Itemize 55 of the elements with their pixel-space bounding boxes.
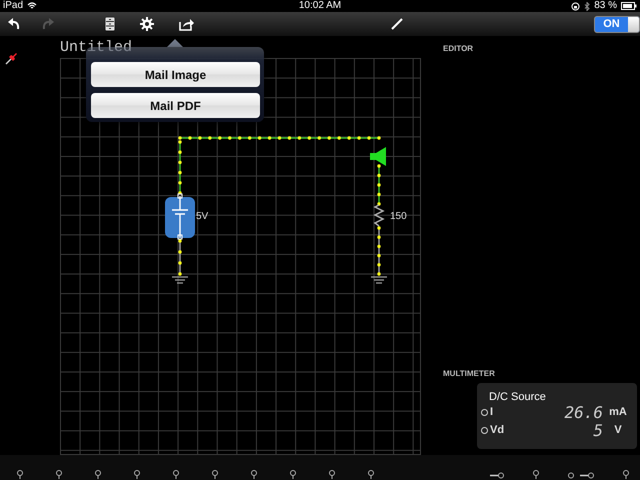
component-value: 5V [196,211,208,223]
reading-name: I [490,406,494,418]
wire[interactable] [377,226,381,276]
ground-icon [370,276,388,284]
probe-icon[interactable] [289,470,297,479]
cabinet-icon[interactable] [105,17,115,31]
wire[interactable] [377,164,381,206]
meter-source-name: D/C Source [489,391,546,403]
battery-percent: 83 % [594,0,617,12]
probe-icon[interactable] [133,470,141,479]
menu-button[interactable]: Mail PDF [91,93,260,118]
document-title: Untitled [60,38,132,58]
reading-value: 26.6 [564,402,603,422]
reading-value: 5 [593,420,603,440]
wifi-icon [27,2,38,10]
on-off-switch[interactable]: ON [594,16,640,32]
rotation-lock-icon [571,2,580,10]
probe-icon[interactable] [622,470,630,479]
wire[interactable] [178,136,381,140]
pushpin-icon[interactable] [5,51,19,65]
resistor-symbol[interactable] [373,204,385,227]
circle-icon [481,426,488,434]
section-heading: EDITOR [443,44,474,54]
battery-symbol[interactable] [165,194,195,240]
probe-icon[interactable] [55,470,63,479]
probe-icon[interactable] [532,470,540,479]
reading-name: Vd [490,424,506,436]
ground-icon [171,276,189,284]
probe-icon[interactable] [250,470,258,479]
probe-icon[interactable] [16,470,24,479]
wire[interactable] [178,239,182,276]
reading-unit: mA [608,406,628,418]
wire[interactable] [178,140,182,195]
probe-icon[interactable] [367,470,375,479]
probe-icon[interactable] [172,470,180,479]
share-icon[interactable] [179,17,195,31]
reading-unit: V [613,424,623,436]
speaker-icon[interactable] [370,147,386,166]
probe-icon[interactable] [94,470,102,479]
bluetooth-icon [584,2,590,10]
component-value: 150 [390,211,407,223]
probe-icon[interactable] [328,470,336,479]
status-time: 10:02 AM [298,0,342,12]
probe-icon[interactable] [211,470,219,479]
menu-button[interactable]: Mail Image [91,62,260,87]
battery-icon [620,2,637,10]
lead-icon[interactable] [490,472,504,479]
pencil-icon[interactable] [391,18,403,30]
carrier-name: iPad [3,0,24,12]
undo-icon[interactable] [7,17,21,31]
menu-arrow [167,39,183,47]
circle-icon [481,408,488,416]
switch-icon[interactable] [568,472,594,479]
section-heading: MULTIMETER [443,369,495,379]
settings-icon[interactable] [140,17,154,31]
